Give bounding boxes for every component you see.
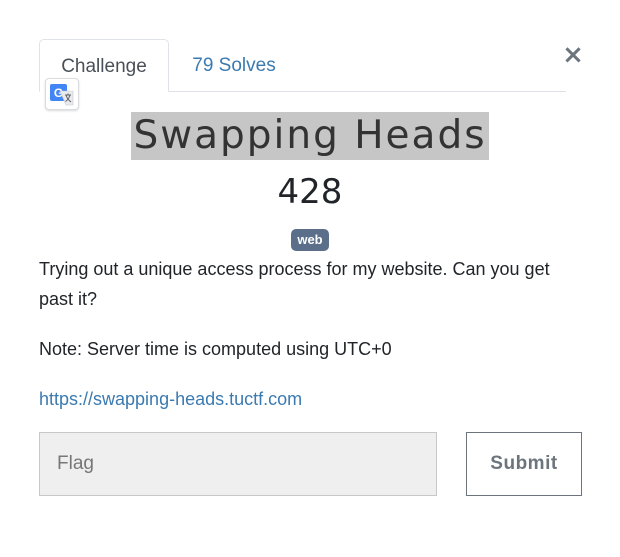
challenge-points: 428 (277, 172, 343, 212)
flag-input[interactable] (39, 432, 437, 496)
challenge-description: Trying out a unique access process for m… (39, 259, 550, 309)
challenge-link[interactable]: https://swapping-heads.tuctf.com (39, 384, 302, 414)
google-translate-icon[interactable]: G (45, 78, 79, 110)
category-badge: web (291, 229, 329, 251)
submit-button[interactable]: Submit (466, 432, 582, 496)
challenge-name: Swapping Heads (131, 112, 489, 160)
challenge-note: Note: Server time is computed using UTC+… (39, 339, 392, 359)
challenge-tabs: Challenge 79 Solves (39, 39, 566, 92)
challenge-title: Swapping Heads (0, 112, 620, 160)
tab-solves[interactable]: 79 Solves (179, 39, 289, 91)
close-icon[interactable]: × (562, 42, 584, 68)
challenge-modal: Challenge 79 Solves × G Swapping Heads 4… (0, 0, 620, 557)
translate-icon-graphic: G (50, 84, 74, 106)
category-badge-wrap: web (0, 229, 620, 251)
